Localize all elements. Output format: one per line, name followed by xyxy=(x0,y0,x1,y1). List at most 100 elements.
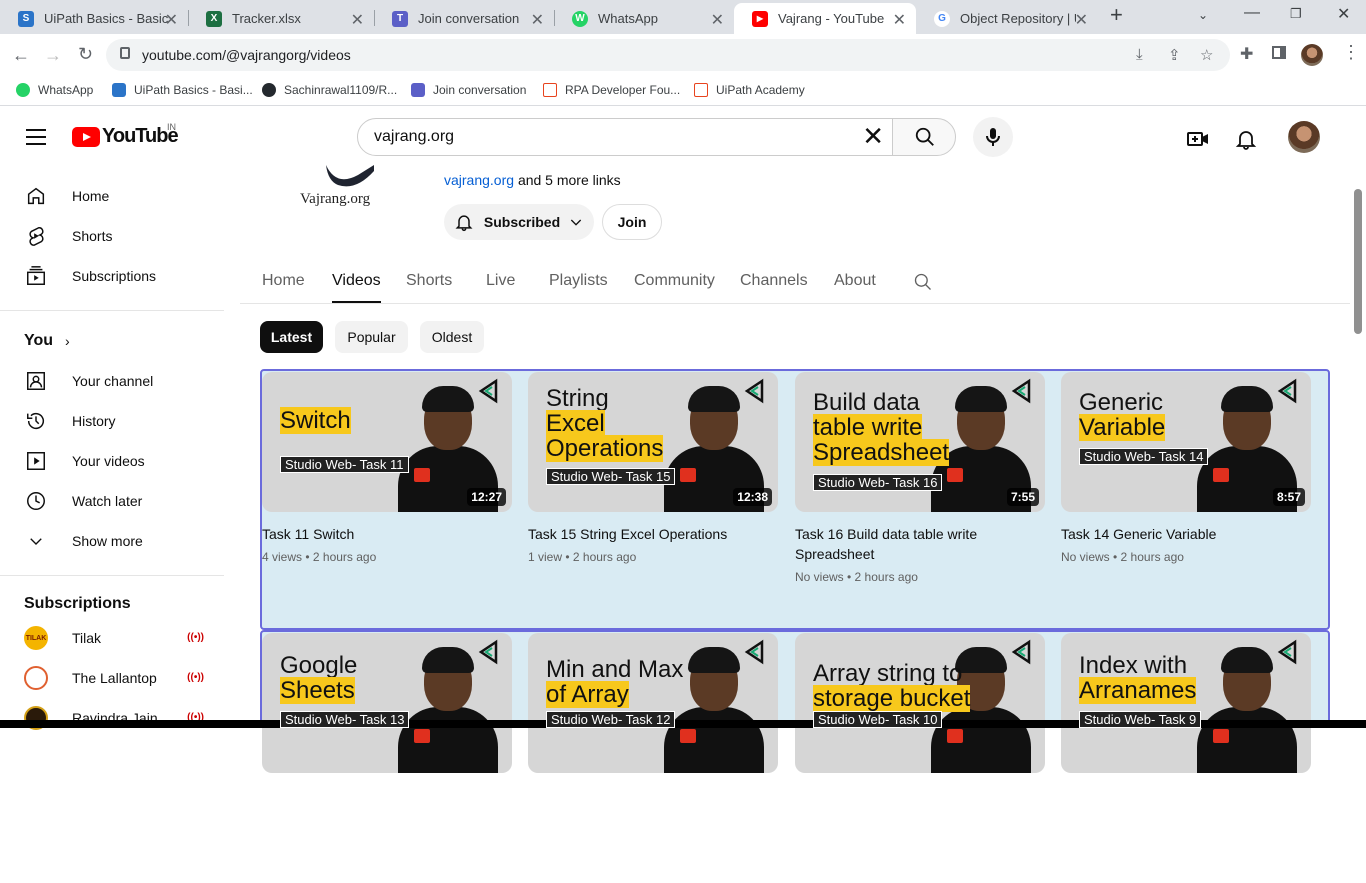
scrollbar[interactable] xyxy=(1352,107,1366,728)
more-links[interactable]: and 5 more links xyxy=(518,172,621,188)
video-thumbnail[interactable]: Build data table write Spreadsheet Studio W… xyxy=(795,372,1045,512)
chip-oldest[interactable]: Oldest xyxy=(420,321,484,353)
chip-popular[interactable]: Popular xyxy=(335,321,408,353)
reload-icon[interactable]: ↻ xyxy=(78,44,93,65)
video-card[interactable]: String Excel Operations Studio Web- Task 15… xyxy=(528,372,778,622)
sidebar-item-show-more[interactable]: Show more xyxy=(12,521,224,561)
subscription-item[interactable]: The Lallantop ((•)) xyxy=(12,658,224,698)
clear-search-icon[interactable]: ✕ xyxy=(862,122,884,150)
close-tab-icon[interactable]: ✕ xyxy=(531,10,544,30)
profile-avatar[interactable] xyxy=(1301,44,1323,66)
subscription-item[interactable]: TILAK Tilak ((•)) xyxy=(12,618,224,658)
subscription-item[interactable]: Ravindra Jain ((•)) xyxy=(12,698,224,738)
bookmark-github[interactable]: Sachinrawal1109/R... xyxy=(262,83,397,97)
browser-tab[interactable]: W WhatsApp ✕ xyxy=(554,3,734,34)
video-title[interactable]: Task 11 Switch xyxy=(262,524,512,544)
bookmark-whatsapp[interactable]: WhatsApp xyxy=(16,83,93,97)
tab-community[interactable]: Community xyxy=(634,272,715,290)
sidebar-you-header[interactable]: You › xyxy=(24,332,70,350)
video-thumbnail[interactable]: String Excel Operations Studio Web- Task 15… xyxy=(528,372,778,512)
close-tab-icon[interactable]: ✕ xyxy=(893,10,906,30)
restore-icon[interactable]: ❐ xyxy=(1290,6,1302,22)
sidebar-item-history[interactable]: History xyxy=(12,401,224,441)
voice-search-button[interactable] xyxy=(973,117,1013,157)
omnibox[interactable]: youtube.com/@vajrangorg/videos ⤓ ⇪ ☆ xyxy=(106,39,1230,71)
tab-home[interactable]: Home xyxy=(262,272,305,290)
sidebar-item-shorts[interactable]: Shorts xyxy=(12,216,224,256)
tab-shorts[interactable]: Shorts xyxy=(406,272,452,290)
scrollbar-thumb[interactable] xyxy=(1354,189,1362,334)
browser-tab-active[interactable]: ▶ Vajrang - YouTube ✕ xyxy=(734,3,916,34)
close-tab-icon[interactable]: ✕ xyxy=(351,10,364,30)
new-tab-icon[interactable]: + xyxy=(1110,2,1123,28)
join-button[interactable]: Join xyxy=(602,204,662,240)
tab-title: Join conversation xyxy=(418,11,520,26)
back-icon[interactable]: ← xyxy=(12,45,30,66)
bookmark-teams[interactable]: Join conversation xyxy=(411,83,526,97)
close-tab-icon[interactable]: ✕ xyxy=(1075,10,1088,30)
menu-kebab-icon[interactable]: ⋮ xyxy=(1342,42,1360,63)
install-icon[interactable]: ⤓ xyxy=(1136,46,1143,63)
hamburger-menu-icon[interactable] xyxy=(26,129,46,150)
sidebar-item-subscriptions[interactable]: Subscriptions xyxy=(12,256,224,296)
close-tab-icon[interactable]: ✕ xyxy=(711,10,724,30)
sidebar-item-watch-later[interactable]: Watch later xyxy=(12,481,224,521)
tab-channels[interactable]: Channels xyxy=(740,272,808,290)
video-thumbnail[interactable]: Min and Max of Array Studio Web- Task 12 xyxy=(528,633,778,773)
search-input[interactable]: vajrang.org ✕ xyxy=(357,118,893,156)
youtube-logo[interactable]: YouTube IN xyxy=(72,122,179,148)
video-title[interactable]: Task 16 Build data table write Spreadshe… xyxy=(795,524,1045,564)
video-card[interactable]: Array string to storage bucket Studio Web-… xyxy=(795,633,1045,883)
search-button[interactable] xyxy=(892,118,956,156)
bookmark-uipath-academy[interactable]: UiPath Academy xyxy=(694,83,805,97)
share-icon[interactable]: ⇪ xyxy=(1168,46,1181,64)
tab-about[interactable]: About xyxy=(834,272,876,290)
video-card[interactable]: Build data table write Spreadsheet Studio W… xyxy=(795,372,1045,622)
close-tab-icon[interactable]: ✕ xyxy=(165,10,178,30)
subscribed-button[interactable]: Subscribed xyxy=(444,204,594,240)
tab-playlists[interactable]: Playlists xyxy=(549,272,608,290)
video-card[interactable]: Google Sheets Studio Web- Task 13 xyxy=(262,633,512,883)
sidebar-item-your-videos[interactable]: Your videos xyxy=(12,441,224,481)
video-thumbnail[interactable]: Switch Studio Web- Task 11 12:27 xyxy=(262,372,512,512)
channel-logo xyxy=(326,165,374,187)
tab-videos[interactable]: Videos xyxy=(332,272,381,303)
video-card[interactable]: Min and Max of Array Studio Web- Task 12 xyxy=(528,633,778,883)
uipath-logo-icon xyxy=(1277,639,1297,665)
channel-search-icon[interactable] xyxy=(913,272,933,292)
tab-search-icon[interactable]: ⌄ xyxy=(1198,8,1208,22)
extensions-icon[interactable]: ✚ xyxy=(1240,44,1253,64)
chevron-down-icon xyxy=(24,529,48,553)
bookmark-uipath-basics[interactable]: UiPath Basics - Basi... xyxy=(112,83,253,97)
sidebar-item-home[interactable]: Home xyxy=(12,176,224,216)
tab-live[interactable]: Live xyxy=(486,272,515,290)
video-thumbnail[interactable]: Generic Variable Studio Web- Task 14 8:57 xyxy=(1061,372,1311,512)
browser-tab[interactable]: G Object Repository | U ✕ xyxy=(916,3,1098,34)
browser-tab[interactable]: T Join conversation ✕ xyxy=(374,3,554,34)
notifications-bell-icon[interactable] xyxy=(1234,127,1258,151)
video-thumbnail[interactable]: Array string to storage bucket Studio Web-… xyxy=(795,633,1045,773)
video-card[interactable]: Generic Variable Studio Web- Task 14 8:57 Ta… xyxy=(1061,372,1311,622)
video-title[interactable]: Task 15 String Excel Operations xyxy=(528,524,778,544)
star-icon[interactable]: ☆ xyxy=(1200,46,1213,64)
video-thumbnail[interactable]: Index with Arranames Studio Web- Task 9 xyxy=(1061,633,1311,773)
video-card[interactable]: Switch Studio Web- Task 11 12:27 Task 11 Sw… xyxy=(262,372,512,622)
browser-tab[interactable]: S UiPath Basics - Basics ✕ xyxy=(0,3,188,34)
video-thumbnail[interactable]: Google Sheets Studio Web- Task 13 xyxy=(262,633,512,773)
account-avatar[interactable] xyxy=(1288,121,1320,153)
side-panel-icon[interactable] xyxy=(1272,46,1286,59)
thumbnail-title: Google Sheets xyxy=(280,652,358,704)
video-card[interactable]: Index with Arranames Studio Web- Task 9 xyxy=(1061,633,1311,883)
channel-link[interactable]: vajrang.org xyxy=(444,172,514,188)
chip-latest[interactable]: Latest xyxy=(260,321,323,353)
video-title[interactable]: Task 14 Generic Variable xyxy=(1061,524,1311,544)
minimize-icon[interactable]: — xyxy=(1244,4,1260,22)
browser-tab[interactable]: X Tracker.xlsx ✕ xyxy=(188,3,374,34)
create-video-icon[interactable] xyxy=(1186,127,1210,151)
video-duration: 12:27 xyxy=(467,488,506,506)
bookmark-rpa-developer[interactable]: RPA Developer Fou... xyxy=(543,83,680,97)
url-text[interactable]: youtube.com/@vajrangorg/videos xyxy=(142,47,351,63)
forward-icon[interactable]: → xyxy=(44,45,62,66)
sidebar-item-your-channel[interactable]: Your channel xyxy=(12,361,224,401)
close-window-icon[interactable]: ✕ xyxy=(1337,4,1350,24)
